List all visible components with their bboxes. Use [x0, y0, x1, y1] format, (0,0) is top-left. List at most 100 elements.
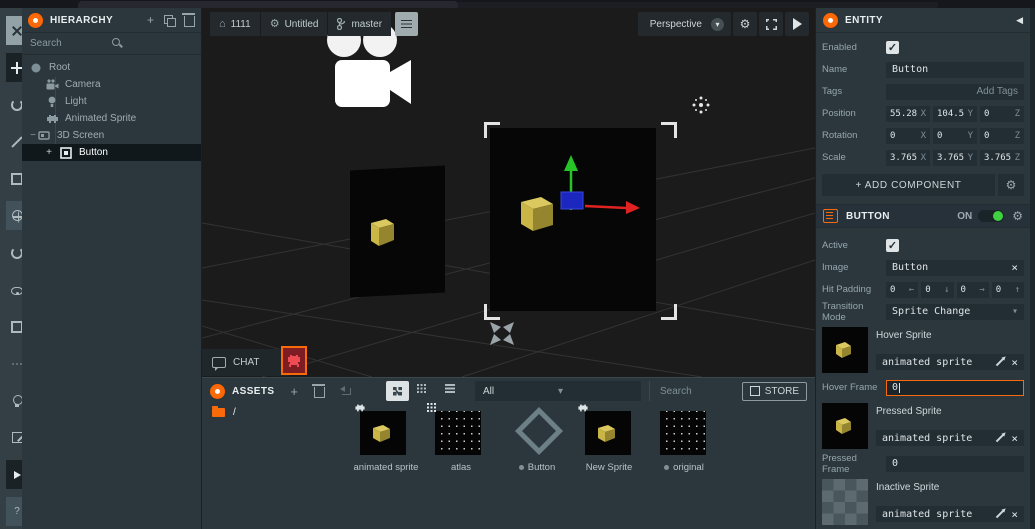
chat-bubble-icon [212, 357, 226, 371]
tags-input[interactable]: Add Tags [886, 83, 1024, 100]
expand-toggle[interactable]: + [44, 147, 54, 158]
hierarchy-tree: Root Camera Light Animated Sprite − 3D S… [22, 55, 201, 161]
tree-item-root[interactable]: Root [22, 59, 201, 76]
asset-thumb-original[interactable] [660, 411, 706, 455]
scene-settings-button[interactable]: ⚙ Untitled [260, 12, 328, 36]
project-button[interactable]: ⌂ 1111 [210, 12, 260, 36]
hierarchy-search-placeholder: Search [30, 38, 62, 49]
edit-pencil-icon[interactable] [996, 357, 1005, 367]
hit-padding-right-input[interactable]: 0 → [956, 281, 989, 298]
viewport-settings-button[interactable]: ⚙ [733, 12, 757, 36]
yellow-cube-large [521, 197, 553, 231]
user-avatar[interactable] [281, 346, 307, 375]
add-component-button[interactable]: + ADD COMPONENT [822, 174, 995, 196]
viewport-3d[interactable]: ⌂ 1111 ⚙ Untitled master Perspective ▾ ⚙ [202, 8, 815, 377]
entity-section-header[interactable]: ENTITY ◀ [816, 8, 1030, 33]
sprite-badge-icon [354, 403, 366, 416]
hit-padding-label: Hit Padding [822, 284, 872, 295]
asset-filter-dropdown[interactable]: All ▾ [475, 381, 642, 401]
pressed-sprite-label: Pressed Sprite [876, 406, 942, 417]
animated-sprite-gizmo[interactable] [486, 320, 518, 347]
hit-padding-left-input[interactable]: 0 ← [886, 281, 919, 298]
tree-item-3d-screen[interactable]: − 3D Screen [22, 127, 201, 144]
duplicate-entity-button[interactable] [164, 15, 176, 27]
hover-sprite-field[interactable]: animated sprite × [876, 354, 1024, 370]
pressed-sprite-field[interactable]: animated sprite × [876, 430, 1024, 446]
clear-sprite-icon[interactable]: × [1011, 508, 1018, 521]
store-button[interactable]: STORE [741, 381, 807, 401]
view-small-grid-button[interactable] [412, 381, 435, 401]
light-gizmo[interactable] [699, 103, 703, 107]
clear-image-icon[interactable]: × [1011, 261, 1018, 274]
transition-mode-dropdown[interactable]: Sprite Change ▾ [886, 303, 1024, 320]
rotation-y-input[interactable]: 0Y [933, 127, 977, 144]
add-entity-button[interactable]: + [147, 14, 154, 26]
branch-name: master [351, 18, 383, 30]
asset-type-dot [518, 465, 524, 470]
hit-padding-bottom-input[interactable]: 0 ↓ [921, 281, 954, 298]
delete-asset-button[interactable] [312, 384, 326, 398]
delete-entity-button[interactable] [182, 13, 195, 27]
fullscreen-button[interactable] [759, 12, 783, 36]
enabled-checkbox[interactable]: ✓ [886, 41, 899, 54]
inspector-scrollbar[interactable] [1030, 8, 1035, 529]
hover-sprite-thumbnail[interactable] [822, 327, 868, 373]
button-component-header[interactable]: BUTTON ON ⚙ [816, 204, 1030, 228]
chat-tab[interactable]: CHAT [202, 349, 289, 376]
avatar-pixel-icon [288, 354, 300, 367]
hover-sprite-slot: Hover Sprite animated sprite × [822, 327, 1024, 373]
position-x-input[interactable]: 55.28 X [886, 105, 930, 122]
active-checkbox[interactable]: ✓ [886, 239, 899, 252]
edit-pencil-icon[interactable] [996, 433, 1005, 443]
tags-placeholder: Add Tags [976, 86, 1018, 97]
replace-asset-button[interactable] [340, 386, 352, 396]
hierarchy-search-input[interactable]: Search [22, 32, 201, 55]
search-icon [111, 38, 194, 49]
tree-item-camera[interactable]: Camera [22, 76, 201, 93]
pressed-frame-input[interactable]: 0 [886, 455, 1024, 472]
edit-pencil-icon[interactable] [996, 509, 1005, 519]
asset-search-input[interactable]: Search [649, 381, 732, 401]
position-y-input[interactable]: 104.5 Y [933, 105, 977, 122]
hit-padding-top-input[interactable]: 0 ↑ [991, 281, 1024, 298]
add-asset-button[interactable]: + [290, 385, 298, 398]
clear-sprite-icon[interactable]: × [1011, 356, 1018, 369]
scale-x-input[interactable]: 3.765 X [886, 149, 930, 166]
tree-item-button[interactable]: + Button [22, 144, 201, 161]
collapse-panel-icon[interactable]: ◀ [1016, 15, 1023, 26]
inactive-sprite-thumbnail[interactable] [822, 479, 868, 525]
asset-thumb-atlas[interactable] [435, 411, 481, 455]
viewport-options-button[interactable] [395, 12, 419, 36]
pressed-sprite-thumbnail[interactable] [822, 403, 868, 449]
gear-icon: ⚙ [269, 17, 280, 30]
view-large-grid-button[interactable] [386, 381, 410, 401]
collapse-toggle[interactable]: − [28, 130, 38, 141]
tree-item-animated-sprite[interactable]: Animated Sprite [22, 110, 201, 127]
inactive-sprite-field[interactable]: animated sprite × [876, 506, 1024, 522]
asset-thumb-animated-sprite[interactable] [360, 411, 406, 455]
asset-thumb-template-button[interactable] [514, 406, 564, 456]
scale-y-input[interactable]: 3.765 Y [933, 149, 977, 166]
rotation-z-input[interactable]: 0Z [980, 127, 1024, 144]
component-enabled-toggle[interactable] [978, 210, 1005, 222]
gear-icon[interactable]: ⚙ [1012, 209, 1023, 223]
asset-thumb-new-sprite[interactable] [585, 411, 631, 455]
camera-mode-dropdown[interactable]: Perspective ▾ [637, 12, 731, 36]
rotation-x-input[interactable]: 0X [886, 127, 930, 144]
scale-z-input[interactable]: 3.765 Z [980, 149, 1024, 166]
name-input[interactable]: Button [886, 61, 1024, 78]
hierarchy-title: HIERARCHY [50, 14, 114, 26]
entity-gear-button[interactable]: ⚙ [998, 174, 1024, 196]
selection-bracket [661, 122, 677, 138]
view-list-button[interactable] [438, 381, 461, 401]
clear-sprite-icon[interactable]: × [1011, 432, 1018, 445]
image-entity-field[interactable]: Button × [886, 259, 1024, 276]
asset-label[interactable]: original [629, 462, 739, 473]
tree-item-light[interactable]: Light [22, 93, 201, 110]
asset-path[interactable]: / [212, 406, 236, 418]
folder-icon [212, 406, 225, 417]
branch-button[interactable]: master [328, 12, 392, 36]
launch-button[interactable] [785, 12, 809, 36]
hover-frame-input[interactable]: 0 [886, 379, 1024, 396]
position-z-input[interactable]: 0Z [980, 105, 1024, 122]
